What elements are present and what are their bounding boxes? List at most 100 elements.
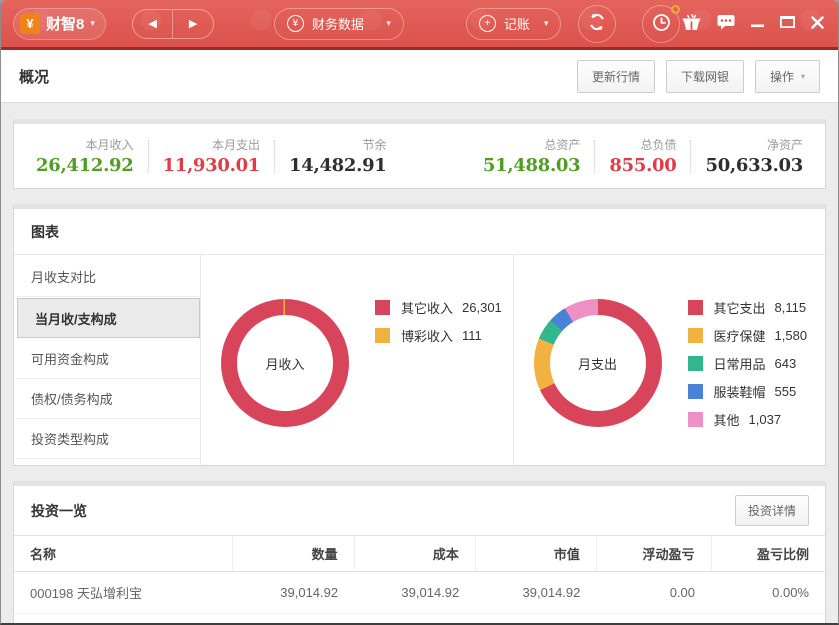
bookkeeping-label: 记账 — [504, 14, 530, 33]
update-quotes-button[interactable]: 更新行情 — [577, 60, 655, 93]
yuan-logo-icon: ¥ — [20, 14, 40, 34]
summary-item-label: 总资产 — [483, 136, 581, 153]
legend-swatch — [688, 300, 703, 315]
legend-value: 643 — [775, 356, 797, 371]
legend-value: 1,037 — [749, 412, 782, 427]
table-cell: 1.00 — [233, 614, 354, 625]
expense-chart-area: 月支出其它支出8,115医疗保健1,580日常用品643服装鞋帽555其他1,0… — [514, 255, 826, 465]
legend-value: 1,580 — [775, 328, 808, 343]
table-row[interactable]: 600004 白云机场1.006.008.532.5342.17% — [14, 614, 825, 625]
page-title: 概况 — [19, 66, 49, 87]
legend-value: 555 — [775, 384, 797, 399]
titlebar: ¥ 财智8 ▾ ◀ ▶ ¥ 财务数据 ▾ + 记账 ▾ — [1, 0, 838, 50]
table-cell: 39,014.92 — [475, 572, 596, 614]
legend-swatch — [688, 356, 703, 371]
gift-button[interactable] — [682, 14, 701, 34]
table-cell: 0.00% — [711, 572, 825, 614]
bookkeeping-button[interactable]: + 记账 ▾ — [466, 8, 562, 40]
summary-divider — [148, 140, 149, 172]
summary-item: 本月支出11,930.01 — [163, 136, 261, 176]
donut-hole: 月收入 — [237, 315, 333, 411]
chart-tab-selected[interactable]: 当月收/支构成 — [17, 298, 200, 338]
legend-label: 服装鞋帽 — [714, 382, 766, 401]
summary-item: 节余 14,482.91 — [289, 136, 387, 176]
chart-tabs-sidebar: 月收支对比当月收/支构成可用资金构成债权/债务构成投资类型构成 — [14, 255, 201, 465]
investments-title: 投资一览 — [31, 501, 87, 521]
back-button[interactable]: ◀ — [133, 10, 174, 38]
chevron-down-icon: ▾ — [386, 18, 391, 29]
chart-tab-item[interactable]: 债权/债务构成 — [14, 379, 200, 419]
summary-item-value: 14,482.91 — [289, 155, 387, 176]
yuan-circle-icon: ¥ — [287, 15, 304, 32]
refresh-icon — [588, 13, 606, 34]
table-cell: 39,014.92 — [233, 572, 354, 614]
chart-tab-item[interactable]: 投资类型构成 — [14, 419, 200, 459]
table-cell: 8.53 — [475, 614, 596, 625]
minimize-button[interactable] — [751, 14, 764, 34]
table-cell: 000198 天弘增利宝 — [14, 572, 233, 614]
column-header: 名称 — [14, 536, 233, 572]
summary-item-label: 本月收入 — [36, 136, 134, 153]
refresh-button[interactable] — [578, 5, 616, 43]
schedule-button[interactable] — [642, 5, 680, 43]
minimize-icon — [751, 16, 764, 31]
donut-center-label: 月收入 — [265, 354, 304, 373]
maximize-button[interactable] — [780, 14, 795, 34]
forward-button[interactable]: ▶ — [173, 10, 213, 38]
legend-item: 其它收入26,301 — [375, 299, 502, 315]
legend-label: 其他 — [714, 410, 740, 429]
column-header: 盈亏比例 — [711, 536, 825, 572]
legend-swatch — [375, 300, 390, 315]
legend-item: 日常用品 643 — [688, 355, 808, 371]
finance-data-label: 财务数据 — [312, 14, 364, 33]
app-menu-button[interactable]: ¥ 财智8 ▾ — [13, 8, 106, 40]
window-controls — [682, 14, 826, 34]
summary-item: 总资产51,488.03 — [483, 136, 581, 176]
legend-label: 其它收入 — [401, 298, 453, 317]
table-row[interactable]: 000198 天弘增利宝39,014.9239,014.9239,014.920… — [14, 572, 825, 614]
operations-button[interactable]: 操作▾ — [755, 60, 820, 93]
gift-icon — [682, 14, 701, 34]
content-area: 本月收入26,412.92本月支出11,930.01节余14,482.91总资产… — [1, 103, 838, 625]
chart-tab-item[interactable]: 可用资金构成 — [14, 339, 200, 379]
legend-swatch — [688, 384, 703, 399]
summary-panel: 本月收入26,412.92本月支出11,930.01节余14,482.91总资产… — [13, 119, 826, 189]
table-cell: 39,014.92 — [354, 572, 475, 614]
summary-item-value: 50,633.03 — [705, 155, 803, 176]
history-nav-group: ◀ ▶ — [132, 9, 214, 39]
legend-label: 博彩收入 — [401, 326, 453, 345]
legend-value: 8,115 — [775, 300, 807, 315]
legend-label: 日常用品 — [714, 354, 766, 373]
summary-item-value: 855.00 — [609, 155, 676, 176]
legend-item: 服装鞋帽 555 — [688, 383, 808, 399]
chevron-down-icon: ▾ — [544, 18, 549, 29]
clock-icon — [652, 13, 671, 35]
summary-item-label: 总负债 — [609, 136, 676, 153]
summary-item-label: 节余 — [289, 136, 387, 153]
table-cell: 600004 白云机场 — [14, 614, 233, 625]
table-cell: 42.17% — [711, 614, 825, 625]
finance-data-button[interactable]: ¥ 财务数据 ▾ — [274, 8, 404, 40]
close-button[interactable] — [811, 14, 824, 34]
legend-item: 博彩收入 111 — [375, 327, 502, 343]
legend-label: 其它支出 — [714, 298, 766, 317]
table-cell: 0.00 — [596, 572, 711, 614]
chart-tab-item[interactable]: 月收支对比 — [14, 257, 200, 297]
investment-details-button[interactable]: 投资详情 — [735, 495, 809, 526]
table-cell: 6.00 — [354, 614, 475, 625]
button-label: 下载网银 — [681, 68, 729, 85]
legend-value: 111 — [462, 328, 482, 343]
download-ebank-button[interactable]: 下载网银 — [666, 60, 744, 93]
summary-item-label: 净资产 — [705, 136, 803, 153]
plus-circle-icon: + — [479, 15, 496, 32]
summary-item-label: 本月支出 — [163, 136, 261, 153]
legend-swatch — [688, 328, 703, 343]
column-header: 成本 — [354, 536, 475, 572]
income-chart-area: 月收入 其它收入26,301 博彩收入 111 — [201, 255, 514, 465]
investments-panel: 投资一览 投资详情 名称数量成本市值浮动盈亏盈亏比例 000198 天弘增利宝3… — [13, 481, 826, 625]
summary-divider — [690, 140, 691, 172]
chat-bubble-icon — [717, 14, 735, 33]
chart-legend: 其它支出8,115医疗保健1,580日常用品643服装鞋帽555其他1,037 — [688, 297, 808, 439]
feedback-button[interactable] — [717, 14, 735, 34]
header-actions: 更新行情 下载网银 操作▾ — [577, 60, 820, 93]
